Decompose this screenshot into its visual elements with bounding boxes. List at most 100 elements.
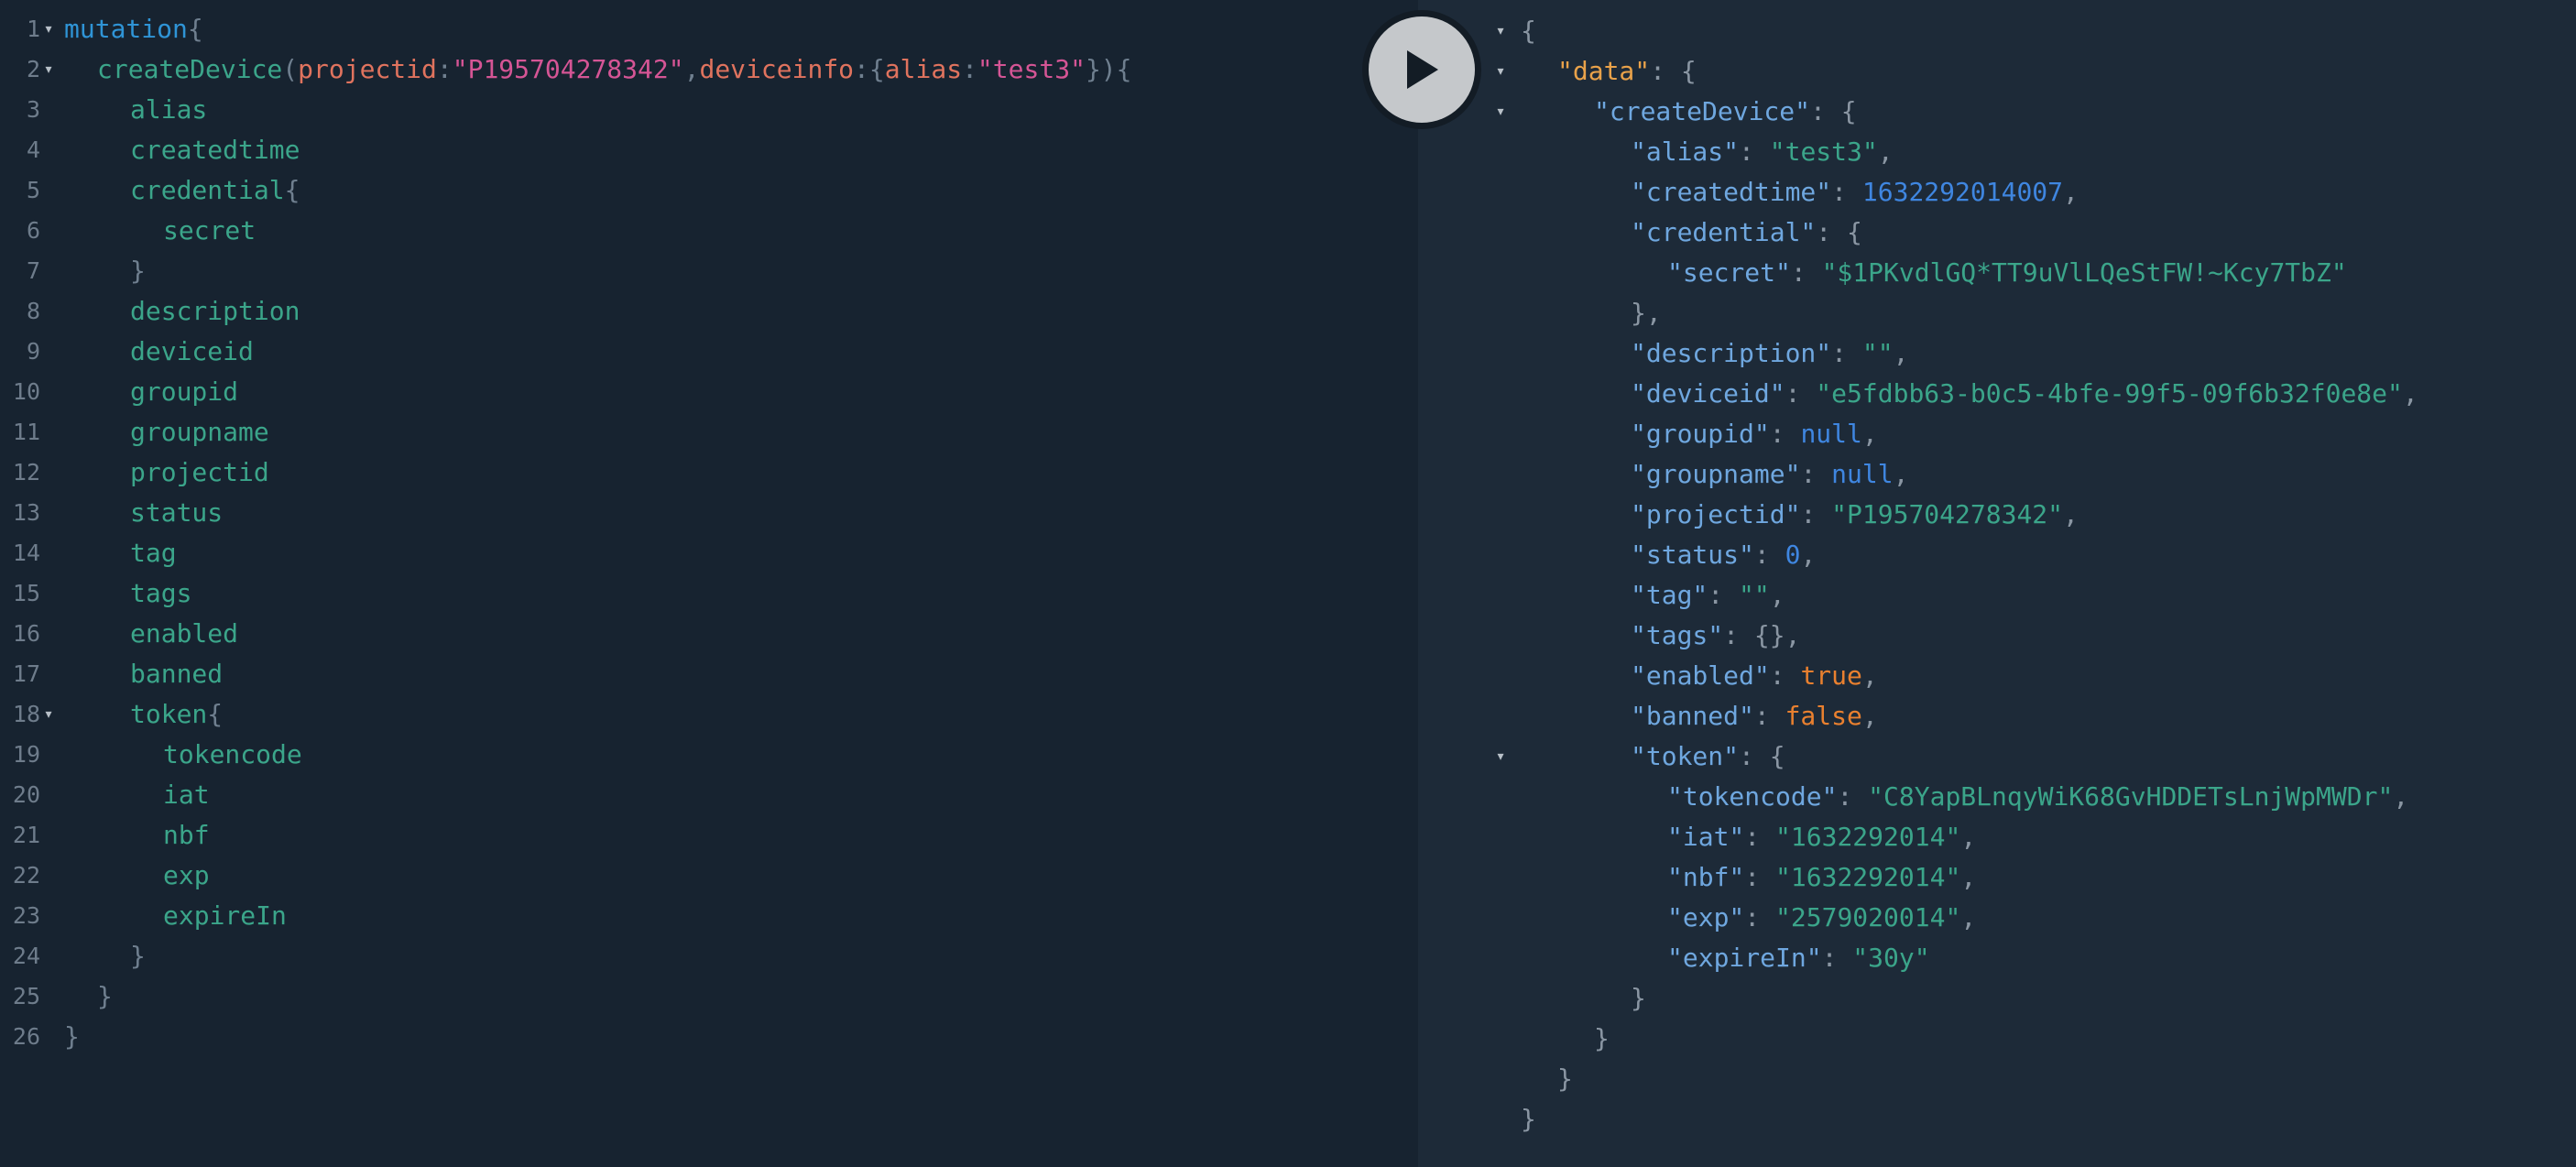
code-token: "C8YapBLnqyWiK68GvHDDETsLnjWpMWDr" — [1868, 781, 2394, 812]
fold-arrow-icon[interactable]: ▾ — [1491, 92, 1510, 132]
code-token: "projectid" — [1631, 499, 1801, 529]
editor-line[interactable]: 16 enabled — [0, 614, 1411, 654]
code-token: } — [1631, 983, 1646, 1013]
code-token: :{ — [854, 54, 885, 84]
play-icon — [1407, 50, 1438, 89]
code-token: "tag" — [1631, 580, 1708, 610]
editor-line-code: description — [130, 291, 300, 332]
code-token: token — [130, 699, 208, 729]
line-number: 20 — [12, 781, 40, 808]
editor-line[interactable]: 13 status — [0, 493, 1411, 533]
code-token: status — [130, 497, 224, 528]
editor-line-code: tokencode — [163, 735, 302, 775]
code-token: : — [1739, 136, 1770, 167]
code-token: , — [1877, 136, 1894, 167]
code-token: } — [130, 941, 146, 971]
code-token: null — [1800, 419, 1862, 449]
result-line: "deviceid": "e5fdbb63-b0c5-4bfe-99f5-09f… — [1631, 374, 2418, 414]
result-line: } — [1631, 978, 1646, 1019]
line-number: 21 — [12, 822, 40, 848]
code-token: groupname — [130, 417, 269, 447]
code-token: "test3" — [977, 54, 1086, 84]
editor-line[interactable]: 20 iat — [0, 775, 1411, 815]
fold-arrow-icon[interactable]: ▾ — [1491, 51, 1510, 92]
editor-line[interactable]: 23 expireIn — [0, 896, 1411, 936]
code-token: tag — [130, 538, 177, 568]
editor-line-code: tags — [130, 573, 191, 614]
editor-line[interactable]: 17 banned — [0, 654, 1411, 694]
code-token: "e5fdbb63-b0c5-4bfe-99f5-09f6b32f0e8e" — [1816, 378, 2403, 409]
code-token: } — [64, 1021, 80, 1052]
code-token: projectid — [130, 457, 269, 487]
editor-line[interactable]: 2 ▾ createDevice(projectid:"P195704278342"… — [0, 49, 1411, 90]
code-token: "createdtime" — [1631, 177, 1832, 207]
fold-arrow-icon[interactable]: ▾ — [1491, 736, 1510, 777]
editor-line-code: token{ — [130, 694, 223, 735]
editor-line[interactable]: 21 nbf — [0, 815, 1411, 856]
editor-line[interactable]: 8 description — [0, 291, 1411, 332]
editor-line-code: deviceid — [130, 332, 254, 372]
line-number: 6 — [26, 217, 40, 244]
line-number: 24 — [12, 943, 40, 969]
code-token: : — [1790, 257, 1822, 288]
code-token: { — [284, 175, 300, 205]
query-editor[interactable]: 1 ▾ mutation{2 ▾ createDevice(projectid:"P19… — [0, 0, 1418, 1167]
editor-line[interactable]: 6 secret — [0, 211, 1411, 251]
line-number: 14 — [12, 540, 40, 566]
code-token: createDevice — [97, 54, 283, 84]
code-token: "exp" — [1667, 902, 1745, 933]
result-line: "groupname": null, — [1631, 454, 1908, 495]
code-token: : — [962, 54, 977, 84]
editor-line-code: } — [97, 976, 113, 1017]
editor-line[interactable]: 14 tag — [0, 533, 1411, 573]
code-token: deviceid — [130, 336, 254, 366]
editor-line[interactable]: 1 ▾ mutation{ — [0, 9, 1411, 49]
code-token: : — [1800, 459, 1832, 489]
code-token: : — [1769, 660, 1801, 691]
code-token: : {}, — [1723, 620, 1801, 650]
code-token: ( — [282, 54, 299, 84]
editor-line-code: credential{ — [130, 170, 300, 211]
editor-line[interactable]: 15 tags — [0, 573, 1411, 614]
code-token: "deviceid" — [1631, 378, 1785, 409]
code-token: 0 — [1785, 540, 1801, 570]
editor-line[interactable]: 25} — [0, 976, 1411, 1017]
editor-line[interactable]: 18 ▾ token{ — [0, 694, 1411, 735]
editor-line-code: enabled — [130, 614, 238, 654]
editor-line[interactable]: 4 createdtime — [0, 130, 1411, 170]
line-number: 23 — [12, 902, 40, 929]
line-number: 11 — [12, 419, 40, 445]
editor-line[interactable]: 7} — [0, 251, 1411, 291]
editor-line[interactable]: 3 alias — [0, 90, 1411, 130]
code-token: , — [2393, 781, 2409, 812]
editor-line[interactable]: 26} — [0, 1017, 1411, 1057]
code-token: } — [130, 256, 146, 286]
code-token: secret — [163, 215, 257, 245]
editor-line[interactable]: 22 exp — [0, 856, 1411, 896]
result-line: "status": 0, — [1631, 535, 1816, 575]
editor-line[interactable]: 12 projectid — [0, 453, 1411, 493]
code-token: "createDevice" — [1594, 96, 1811, 126]
run-query-button[interactable] — [1362, 10, 1481, 129]
result-line: "createdtime": 1632292014007, — [1631, 172, 2079, 213]
fold-arrow-icon[interactable]: ▾ — [39, 49, 58, 90]
editor-line[interactable]: 19 tokencode — [0, 735, 1411, 775]
editor-line[interactable]: 5 credential{ — [0, 170, 1411, 211]
editor-line-code: projectid — [130, 453, 269, 493]
result-line: "tag": "", — [1631, 575, 1785, 616]
fold-arrow-icon[interactable]: ▾ — [1491, 11, 1510, 51]
result-line: "enabled": true, — [1631, 656, 1878, 696]
code-token: : — [1831, 338, 1862, 368]
code-token: "status" — [1631, 540, 1754, 570]
result-line: "expireIn": "30y" — [1667, 938, 1930, 978]
line-number: 19 — [12, 741, 40, 768]
code-token: projectid — [298, 54, 437, 84]
editor-line[interactable]: 9 deviceid — [0, 332, 1411, 372]
fold-arrow-icon[interactable]: ▾ — [39, 9, 58, 49]
editor-line[interactable]: 10 groupid — [0, 372, 1411, 412]
code-token: deviceinfo — [699, 54, 855, 84]
line-number: 1 — [26, 16, 40, 42]
fold-arrow-icon[interactable]: ▾ — [39, 694, 58, 735]
editor-line[interactable]: 24} — [0, 936, 1411, 976]
editor-line[interactable]: 11 groupname — [0, 412, 1411, 453]
